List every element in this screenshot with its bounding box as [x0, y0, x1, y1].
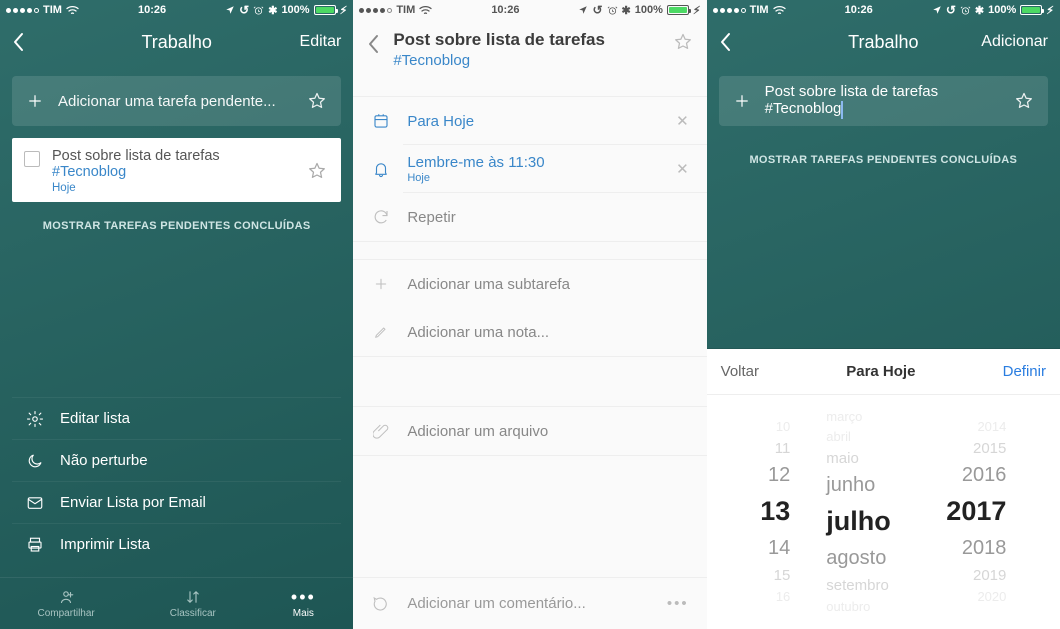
bottom-tab-bar: Compartilhar Classificar •••Mais: [0, 577, 353, 629]
tab-share[interactable]: Compartilhar: [38, 588, 95, 619]
tab-more[interactable]: •••Mais: [291, 588, 316, 619]
pencil-icon: [371, 324, 391, 340]
clip-icon: [371, 423, 391, 439]
nav-title: Trabalho: [791, 32, 976, 53]
plus-icon: [371, 276, 391, 292]
screen-add-task-datepicker: TIM 10:26 ↺ ✱ 100% ⚡︎ Trabalho Adicionar…: [707, 0, 1060, 629]
status-bar: TIM 10:26 ↺ ✱ 100% ⚡︎: [707, 0, 1060, 20]
task-input-text[interactable]: Post sobre lista de tarefas #Tecnoblog: [765, 83, 1000, 118]
wheel-day: 10 11 12 13 14 15 16: [742, 395, 808, 629]
clear-icon[interactable]: ✕: [676, 160, 689, 178]
status-time: 10:26: [491, 4, 519, 16]
more-icon: •••: [291, 588, 316, 606]
add-button[interactable]: Adicionar: [981, 33, 1048, 51]
location-icon: [932, 5, 942, 15]
add-note-row[interactable]: Adicionar uma nota...: [353, 308, 706, 356]
list-actions-menu: Editar lista Não perturbe Enviar Lista p…: [12, 397, 341, 565]
picker-back-button[interactable]: Voltar: [721, 363, 759, 380]
picker-title: Para Hoje: [846, 363, 915, 380]
task-title: Post sobre lista de tarefas #Tecnoblog: [52, 148, 295, 180]
location-icon: [578, 5, 588, 15]
edit-list-item[interactable]: Editar lista: [12, 397, 341, 439]
due-date-row[interactable]: Para Hoje ✕: [353, 97, 706, 145]
repeat-row[interactable]: Repetir: [353, 193, 706, 241]
task-due-date: Hoje: [52, 182, 295, 194]
signal-dots-icon: [6, 8, 39, 13]
tab-sort[interactable]: Classificar: [170, 588, 216, 619]
alarm-icon: [253, 5, 264, 16]
printer-icon: [26, 536, 44, 554]
task-title: Post sobre lista de tarefas #Tecnoblog: [393, 30, 658, 70]
print-list-item[interactable]: Imprimir Lista: [12, 523, 341, 565]
status-time: 10:26: [845, 4, 873, 16]
back-icon[interactable]: [719, 32, 731, 52]
alarm-icon: [960, 5, 971, 16]
signal-dots-icon: [713, 8, 746, 13]
status-bar: TIM 10:26 ↺ ✱ 100% ⚡︎: [0, 0, 353, 20]
status-bar: TIM 10:26 ↺ ✱ 100% ⚡︎: [353, 0, 706, 20]
edit-button[interactable]: Editar: [300, 33, 342, 51]
star-icon[interactable]: [307, 91, 327, 111]
gear-icon: [26, 410, 44, 428]
sort-icon: [184, 588, 202, 606]
plus-icon: [733, 92, 751, 110]
add-comment-bar[interactable]: Adicionar um comentário... •••: [353, 577, 706, 629]
picker-set-button[interactable]: Definir: [1003, 363, 1046, 380]
back-icon[interactable]: [12, 32, 24, 52]
screen-task-detail: TIM 10:26 ↺ ✱ 100% ⚡︎ Post sobre lista d…: [353, 0, 706, 629]
location-icon: [225, 5, 235, 15]
alarm-icon: [607, 5, 618, 16]
share-icon: [56, 588, 76, 606]
more-icon[interactable]: •••: [667, 595, 689, 612]
nav-bar: Trabalho Adicionar: [707, 20, 1060, 64]
back-icon[interactable]: [367, 34, 379, 54]
wifi-icon: [419, 5, 432, 15]
task-input-row[interactable]: Post sobre lista de tarefas #Tecnoblog: [719, 76, 1048, 126]
show-completed-button[interactable]: MOSTRAR TAREFAS PENDENTES CONCLUÍDAS: [12, 214, 341, 236]
wifi-icon: [773, 5, 786, 15]
show-completed-button[interactable]: MOSTRAR TAREFAS PENDENTES CONCLUÍDAS: [719, 148, 1048, 170]
add-subtask-row[interactable]: Adicionar uma subtarefa: [353, 260, 706, 308]
star-icon[interactable]: [1014, 91, 1034, 111]
signal-dots-icon: [359, 8, 392, 13]
task-item[interactable]: Post sobre lista de tarefas #Tecnoblog H…: [12, 138, 341, 202]
add-task-placeholder: Adicionar uma tarefa pendente...: [58, 93, 293, 110]
star-icon[interactable]: [673, 32, 693, 52]
chat-icon: [371, 595, 391, 613]
bell-icon: [371, 160, 391, 178]
nav-bar: Post sobre lista de tarefas #Tecnoblog: [353, 20, 706, 82]
moon-icon: [26, 452, 44, 470]
status-time: 10:26: [138, 4, 166, 16]
reminder-row[interactable]: Lembre-me às 11:30Hoje ✕: [353, 145, 706, 193]
plus-icon: [26, 92, 44, 110]
wifi-icon: [66, 5, 79, 15]
calendar-icon: [371, 112, 391, 130]
repeat-icon: [371, 208, 391, 226]
nav-bar: Trabalho Editar: [0, 20, 353, 64]
add-task-row[interactable]: Adicionar uma tarefa pendente...: [12, 76, 341, 126]
star-icon[interactable]: [307, 161, 327, 181]
mail-icon: [26, 494, 44, 512]
checkbox[interactable]: [24, 151, 40, 167]
clear-icon[interactable]: ✕: [676, 112, 689, 130]
wheel-month: março abril maio junho julho agosto sete…: [808, 395, 928, 629]
nav-title: Trabalho: [84, 32, 269, 53]
screen-task-list: TIM 10:26 ↺ ✱ 100% ⚡︎ Trabalho Editar Ad…: [0, 0, 353, 629]
dnd-item[interactable]: Não perturbe: [12, 439, 341, 481]
date-wheels[interactable]: 10 11 12 13 14 15 16 março abril maio ju…: [707, 395, 1060, 629]
task-hashtag: #Tecnoblog: [393, 52, 658, 70]
date-picker-sheet: Voltar Para Hoje Definir 10 11 12 13 14 …: [707, 349, 1060, 629]
email-list-item[interactable]: Enviar Lista por Email: [12, 481, 341, 523]
wheel-year: 2014 2015 2016 2017 2018 2019 2020: [928, 395, 1024, 629]
add-file-row[interactable]: Adicionar um arquivo: [353, 407, 706, 455]
